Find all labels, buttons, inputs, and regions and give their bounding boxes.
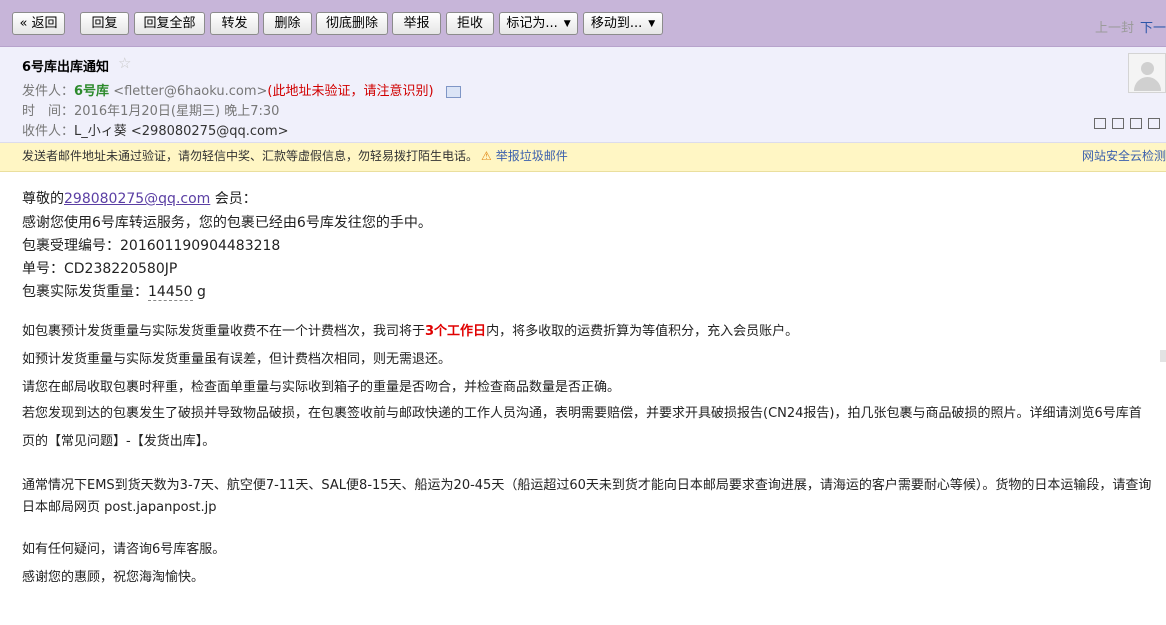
report-spam-label: 举报垃圾邮件 [495, 149, 568, 163]
reject-button[interactable]: 拒收 [446, 12, 494, 35]
closing-paragraph: 感谢您的惠顾，祝您海淘愉快。 [22, 570, 205, 585]
mark-as-dropdown[interactable]: 标记为... ▼ [499, 12, 578, 35]
chevron-down-icon: ▼ [563, 19, 571, 29]
greeting-line: 尊敬的298080275@qq.com 会员： [22, 188, 257, 208]
avatar [1128, 53, 1166, 93]
time-value: 2016年1月20日(星期三) 晚上7:30 [74, 104, 280, 119]
time-row: 时 间：2016年1月20日(星期三) 晚上7:30 [22, 100, 279, 119]
security-warning-bar: 发送者邮件地址未通过验证，请勿轻信中奖、汇款等虚假信息，勿轻易拨打陌生电话。 ⚠… [0, 143, 1166, 172]
avatar-shoulders [1134, 77, 1161, 91]
sender-row: 发件人：6号库 <fletter@6haoku.com>(此地址未验证，请注意识… [22, 80, 461, 99]
mail-navigation: 上一封 下一 [1095, 17, 1166, 36]
back-button[interactable]: « 返回 [12, 12, 65, 35]
star-icon[interactable]: ☆ [118, 54, 131, 72]
greeting-prefix: 尊敬的 [22, 191, 64, 207]
mark-as-label: 标记为... [506, 16, 558, 31]
thanks-line: 感谢您使用6号库转运服务，您的包裹已经由6号库发往您的手中。 [22, 215, 432, 231]
popout-icon[interactable] [1094, 118, 1106, 129]
move-to-label: 移动到... [590, 16, 643, 31]
weight-unit: g [192, 284, 206, 300]
address-book-icon[interactable] [445, 85, 461, 98]
next-mail-link[interactable]: 下一 [1140, 21, 1166, 36]
mail-toolbar: « 返回 回复 回复全部 转发 删除 彻底删除 举报 拒收 标记为... ▼ 移动… [0, 0, 1166, 47]
recipient-value[interactable]: L_小ィ葵 <298080275@qq.com> [74, 124, 289, 139]
avatar-head [1141, 62, 1154, 75]
shipping-time-paragraph: 通常情况下EMS到货天数为3-7天、航空便7-11天、SAL便8-15天、船运为… [22, 478, 1152, 515]
sender-label: 发件人： [22, 84, 75, 99]
mail-subject: 6号库出库通知 [22, 60, 110, 75]
sender-unverified-warning: (此地址未验证，请注意识别) [267, 84, 434, 99]
report-button[interactable]: 举报 [392, 12, 441, 35]
weight-label: 包裹实际发货重量： [22, 284, 148, 300]
weigh-check-paragraph: 请您在邮局收取包裹时秤重，检查面单重量与实际收到箱子的重量是否吻合，并检查商品数… [22, 380, 621, 395]
report-spam-icon: ⚠ [481, 149, 492, 163]
security-warning-text: 发送者邮件地址未通过验证，请勿轻信中奖、汇款等虚假信息，勿轻易拨打陌生电话。 [22, 149, 479, 163]
acceptance-number-line: 包裹受理编号：201601190904483218 [22, 238, 281, 254]
report-spam-link[interactable]: ⚠ 举报垃圾邮件 [481, 143, 568, 170]
chevron-down-icon: ▼ [648, 19, 656, 29]
refund-paragraph: 如包裹预计发货重量与实际发货重量收费不在一个计费档次，我司将于3个工作日内，将多… [22, 320, 798, 339]
recipient-label: 收件人： [22, 124, 75, 139]
new-window-icon[interactable] [1130, 118, 1142, 129]
refund-text-a: 如包裹预计发货重量与实际发货重量收费不在一个计费档次，我司将于 [22, 324, 426, 339]
sender-email[interactable]: <fletter@6haoku.com> [113, 84, 267, 99]
damage-paragraph: 若您发现到达的包裹发生了破损并导致物品破损，在包裹签收前与邮政快递的工作人员沟通… [22, 406, 1142, 449]
refund-working-days: 3个工作日 [425, 324, 487, 339]
weight-line: 包裹实际发货重量：14450 g [22, 281, 206, 301]
scroll-handle[interactable] [1160, 350, 1166, 362]
header-tool-icons [1088, 118, 1160, 132]
time-label: 时 间： [22, 104, 75, 119]
cloud-check-link[interactable]: 网站安全云检测 [1082, 143, 1166, 170]
move-to-dropdown[interactable]: 移动到... ▼ [583, 12, 663, 35]
no-refund-paragraph: 如预计发货重量与实际发货重量虽有误差，但计费档次相同，则无需退还。 [22, 352, 452, 367]
previous-mail-link[interactable]: 上一封 [1095, 21, 1134, 36]
greeting-email-link[interactable]: 298080275@qq.com [64, 191, 210, 207]
forward-button[interactable]: 转发 [210, 12, 259, 35]
reply-all-button[interactable]: 回复全部 [134, 12, 205, 35]
refund-text-b: 内，将多收取的运费折算为等值积分，充入会员账户。 [486, 324, 799, 339]
recipient-row: 收件人：L_小ィ葵 <298080275@qq.com> [22, 120, 289, 139]
more-icon[interactable] [1148, 118, 1160, 129]
sender-name[interactable]: 6号库 [74, 84, 109, 99]
tracking-number-line: 单号：CD238220580JP [22, 261, 178, 277]
greeting-suffix: 会员： [210, 191, 257, 207]
reply-button[interactable]: 回复 [80, 12, 129, 35]
delete-permanently-button[interactable]: 彻底删除 [316, 12, 388, 35]
delete-button[interactable]: 删除 [263, 12, 312, 35]
weight-value: 14450 [148, 284, 193, 301]
mail-header: 6号库出库通知 ☆ 发件人：6号库 <fletter@6haoku.com>(此… [0, 47, 1166, 143]
print-icon[interactable] [1112, 118, 1124, 129]
contact-paragraph: 如有任何疑问，请咨询6号库客服。 [22, 542, 226, 557]
